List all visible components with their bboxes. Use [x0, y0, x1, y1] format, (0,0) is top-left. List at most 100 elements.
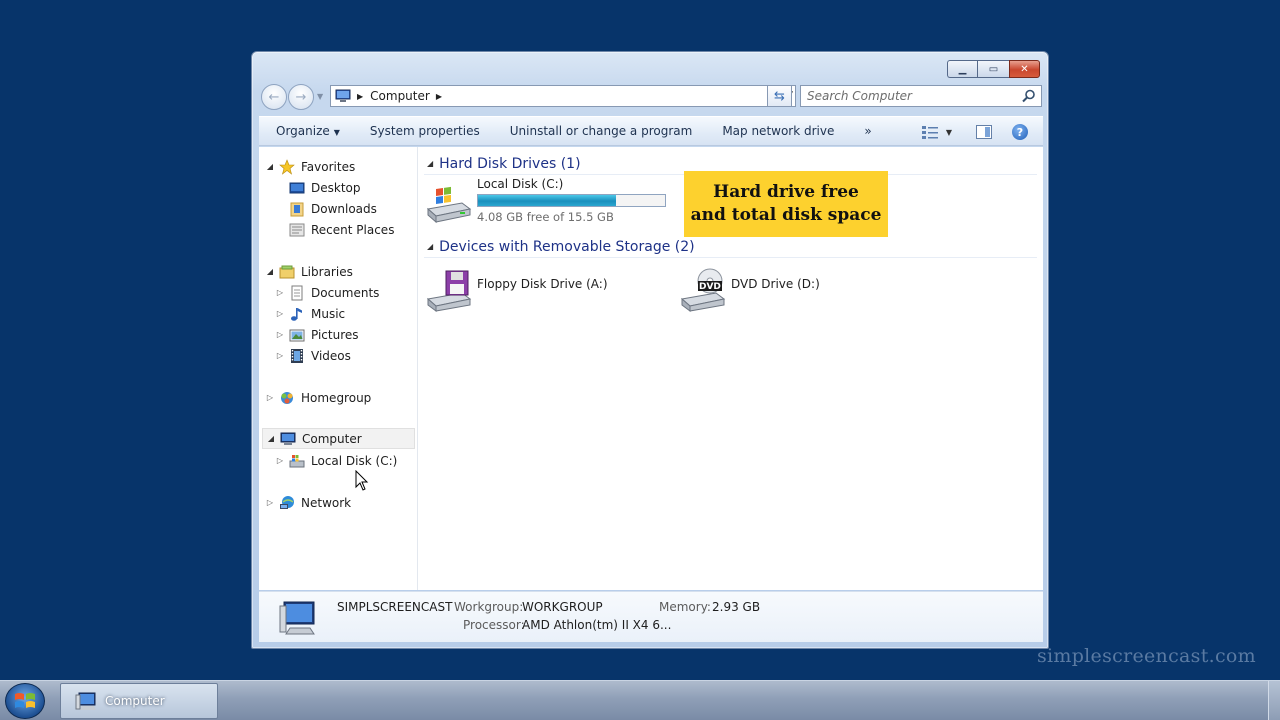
nav-pictures[interactable]: ▷ Pictures: [275, 324, 359, 345]
nav-libraries-label: Libraries: [301, 264, 353, 279]
documents-icon: [291, 285, 303, 300]
nav-downloads[interactable]: Downloads: [275, 198, 377, 219]
nav-documents[interactable]: ▷ Documents: [275, 282, 379, 303]
nav-network[interactable]: ▷ Network: [265, 492, 351, 513]
expand-arrow-icon[interactable]: ▷: [265, 498, 275, 507]
nav-videos[interactable]: ▷ Videos: [275, 345, 351, 366]
local-disk-drive-icon: [426, 186, 472, 224]
local-disk-icon: [289, 454, 305, 467]
preview-pane-icon[interactable]: [976, 125, 992, 139]
callout-line-1: Hard drive free: [713, 182, 859, 202]
nav-favorites[interactable]: ◢ Favorites: [265, 156, 355, 177]
music-note-icon: [291, 307, 302, 321]
expand-arrow-icon[interactable]: ▷: [275, 288, 285, 297]
local-disk-name: Local Disk (C:): [477, 177, 564, 191]
breadcrumb-computer[interactable]: Computer: [370, 89, 430, 103]
toolbar-right: ▼ ?: [921, 117, 1043, 147]
memory-label: Memory:: [659, 600, 711, 614]
navigation-bar: ← → ▼ ▶ Computer ▶ ▼ ⇆: [260, 82, 1042, 110]
expand-arrow-icon[interactable]: ▷: [275, 351, 285, 360]
maximize-button[interactable]: ▭: [977, 60, 1009, 78]
nav-desktop[interactable]: Desktop: [275, 177, 361, 198]
nav-local-disk[interactable]: ▷ Local Disk (C:): [275, 450, 397, 471]
collapse-arrow-icon[interactable]: ◢: [427, 242, 433, 251]
pictures-icon: [289, 329, 305, 341]
content-area: ◢ Favorites Desktop Downloads Recent Pla…: [259, 147, 1043, 590]
expand-arrow-icon[interactable]: ▷: [275, 309, 285, 318]
recent-pages-dropdown[interactable]: ▼: [317, 92, 323, 101]
refresh-button[interactable]: ⇆: [767, 85, 792, 107]
forward-arrow-icon: →: [295, 89, 307, 105]
floppy-drive-details: Floppy Disk Drive (A:): [477, 265, 608, 291]
view-options-chevron-icon[interactable]: ▼: [946, 128, 952, 137]
details-pane: SIMPLSCREENCAST Workgroup: WORKGROUP Mem…: [259, 591, 1043, 642]
nav-computer-label: Computer: [302, 431, 362, 446]
more-commands-button[interactable]: »: [849, 124, 886, 138]
workgroup-label: Workgroup:: [454, 600, 524, 614]
nav-recent-places[interactable]: Recent Places: [275, 219, 394, 240]
annotation-callout: Hard drive free and total disk space: [684, 171, 888, 237]
collapse-arrow-icon[interactable]: ◢: [266, 434, 276, 443]
nav-libraries[interactable]: ◢ Libraries: [265, 261, 353, 282]
nav-computer[interactable]: ◢ Computer: [262, 428, 415, 449]
removable-group-header[interactable]: ◢ Devices with Removable Storage (2): [424, 236, 1037, 258]
memory-value: 2.93 GB: [712, 600, 761, 614]
disk-capacity-fill: [478, 195, 616, 206]
nav-favorites-label: Favorites: [301, 159, 356, 174]
show-desktop-button[interactable]: [1268, 681, 1280, 720]
nav-desktop-label: Desktop: [311, 180, 361, 195]
map-network-drive-button[interactable]: Map network drive: [707, 124, 849, 138]
breadcrumb-separator-icon[interactable]: ▶: [436, 92, 442, 101]
downloads-folder-icon: [290, 202, 304, 216]
recent-places-icon: [289, 223, 305, 236]
expand-arrow-icon[interactable]: ▷: [275, 330, 285, 339]
search-input[interactable]: [807, 87, 1017, 105]
taskbar-computer-label: Computer: [105, 694, 165, 708]
nav-local-disk-label: Local Disk (C:): [311, 453, 398, 468]
organize-menu[interactable]: Organize ▼: [259, 124, 355, 138]
dvd-drive-item[interactable]: DVD DVD Drive (D:): [678, 265, 820, 313]
organize-label: Organize: [276, 124, 330, 138]
search-box[interactable]: [800, 85, 1042, 107]
forward-button[interactable]: →: [288, 84, 314, 110]
start-button[interactable]: [5, 683, 45, 719]
close-button[interactable]: ✕: [1009, 60, 1040, 78]
floppy-drive-icon: [426, 270, 472, 312]
collapse-arrow-icon[interactable]: ◢: [265, 267, 275, 276]
command-bar: Organize ▼ System properties Uninstall or…: [259, 116, 1043, 146]
breadcrumb-separator-icon[interactable]: ▶: [357, 92, 363, 101]
videos-film-icon: [291, 348, 303, 363]
mouse-cursor-icon: [355, 470, 369, 491]
expand-arrow-icon[interactable]: ▷: [275, 456, 285, 465]
uninstall-program-button[interactable]: Uninstall or change a program: [495, 124, 708, 138]
refresh-icon: ⇆: [774, 88, 785, 104]
address-bar[interactable]: ▶ Computer ▶ ▼: [330, 85, 796, 107]
floppy-drive-name: Floppy Disk Drive (A:): [477, 277, 608, 291]
help-icon[interactable]: ?: [1012, 124, 1028, 140]
local-disk-details: Local Disk (C:) 4.08 GB free of 15.5 GB: [477, 177, 666, 224]
collapse-arrow-icon[interactable]: ◢: [265, 162, 275, 171]
nav-music[interactable]: ▷ Music: [275, 303, 345, 324]
disk-capacity-bar: [477, 194, 666, 207]
expand-arrow-icon[interactable]: ▷: [265, 393, 275, 402]
back-arrow-icon: ←: [268, 89, 280, 105]
removable-group-title: Devices with Removable Storage (2): [439, 238, 695, 255]
floppy-drive-item[interactable]: Floppy Disk Drive (A:): [424, 265, 608, 313]
minimize-button[interactable]: ▁: [947, 60, 977, 78]
explorer-window: ▁ ▭ ✕ ← → ▼ ▶ Computer ▶ ▼ ⇆: [251, 51, 1049, 649]
back-button[interactable]: ←: [261, 84, 287, 110]
workgroup-value: WORKGROUP: [522, 600, 603, 614]
libraries-icon: [279, 265, 295, 278]
nav-homegroup[interactable]: ▷ Homegroup: [265, 387, 371, 408]
dvd-drive-name: DVD Drive (D:): [731, 277, 820, 291]
nav-network-label: Network: [301, 495, 352, 510]
system-properties-button[interactable]: System properties: [355, 124, 495, 138]
computer-icon: [75, 692, 96, 710]
computer-icon: [335, 89, 351, 102]
change-view-icon[interactable]: [921, 125, 940, 139]
processor-value: AMD Athlon(tm) II X4 6...: [522, 618, 672, 632]
local-disk-item[interactable]: Local Disk (C:) 4.08 GB free of 15.5 GB: [424, 177, 666, 227]
search-icon[interactable]: [1022, 89, 1036, 103]
taskbar-computer-button[interactable]: Computer: [60, 683, 218, 719]
collapse-arrow-icon[interactable]: ◢: [427, 159, 433, 168]
